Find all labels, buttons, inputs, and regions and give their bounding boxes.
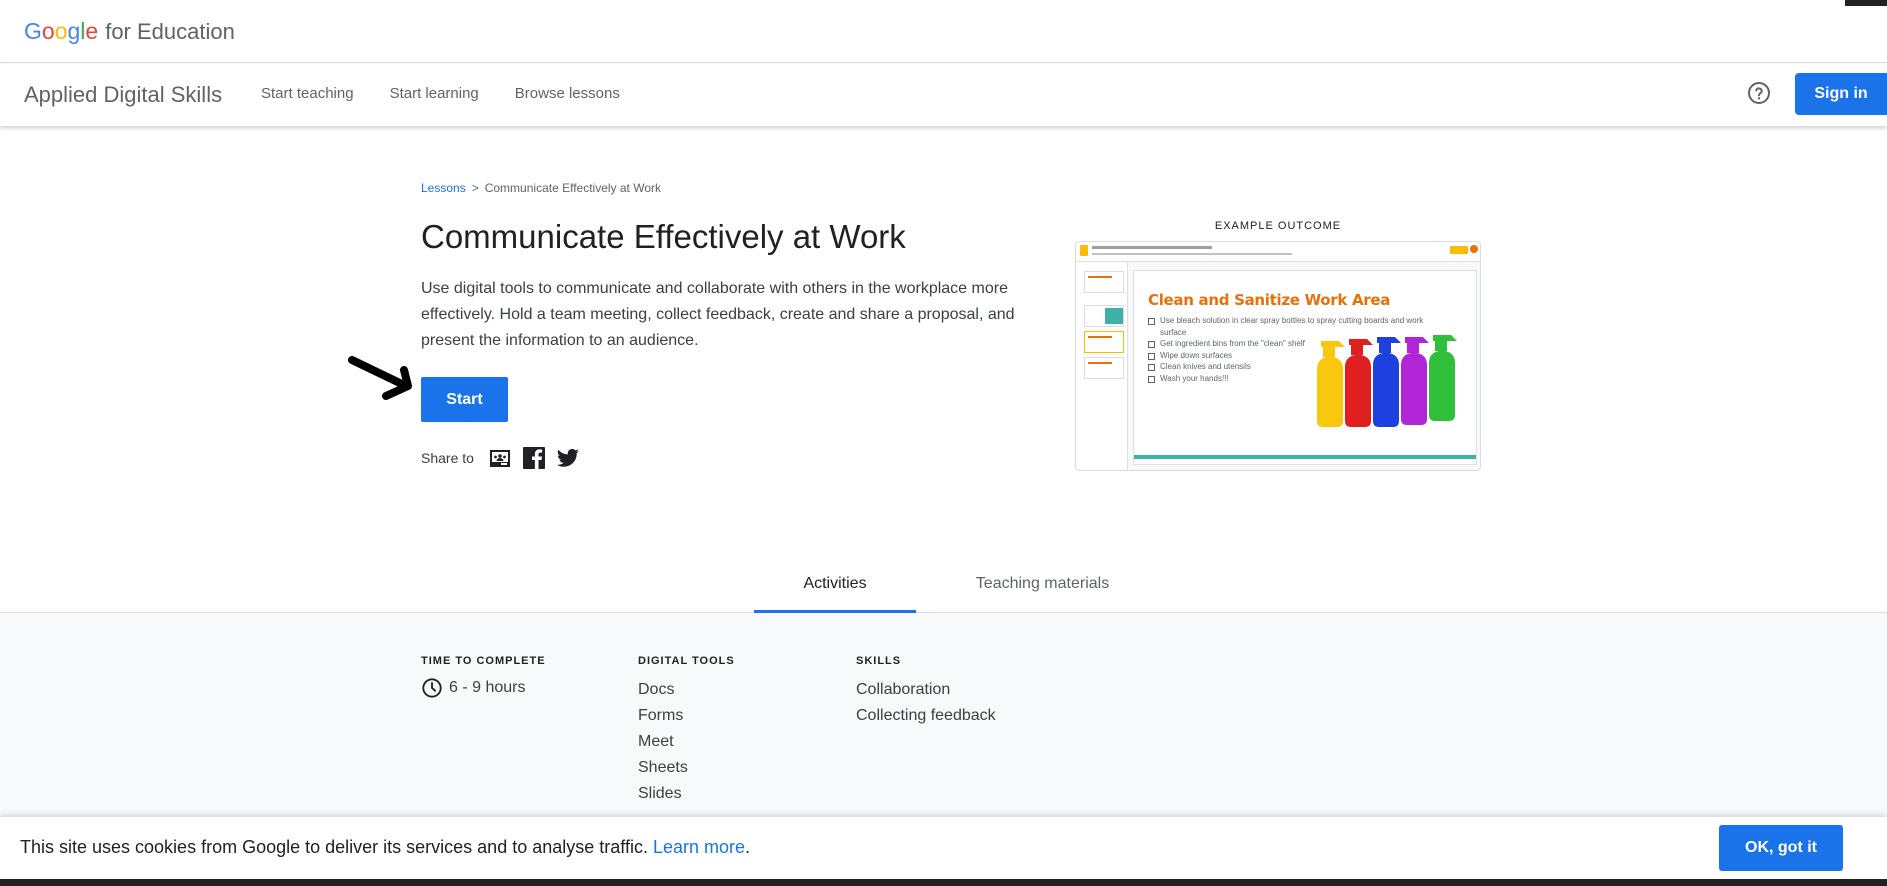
skills-heading: SKILLS: [856, 655, 902, 667]
breadcrumb: Lessons > Communicate Effectively at Work: [421, 181, 661, 195]
bottom-strip: [0, 879, 1887, 886]
example-outcome-image[interactable]: Clean and Sanitize Work Area Use bleach …: [1075, 241, 1481, 471]
tool-item: Meet: [638, 733, 674, 750]
google-for-education-bar: Google for Education: [0, 0, 1887, 63]
example-outcome-label: EXAMPLE OUTCOME: [1214, 220, 1342, 232]
skills-section: SKILLS Collaboration Collecting feedback: [856, 655, 996, 729]
learn-more-link[interactable]: Learn more: [653, 837, 745, 857]
google-for-education-logo[interactable]: Google for Education: [24, 18, 235, 45]
tool-item: Slides: [638, 785, 682, 802]
time-row: 6 - 9 hours: [421, 677, 546, 699]
lesson-details: TIME TO COMPLETE 6 - 9 hours DIGITAL TOO…: [0, 613, 1887, 817]
ok-got-it-button[interactable]: OK, got it: [1719, 825, 1843, 871]
thumbnail-content: [1088, 336, 1112, 338]
nav-links: Start teaching Start learning Browse les…: [261, 85, 620, 102]
tool-item: Sheets: [638, 759, 688, 776]
thumbnail-content: [1088, 276, 1112, 278]
cookie-banner: This site uses cookies from Google to de…: [0, 817, 1887, 879]
twitter-icon[interactable]: [556, 446, 580, 470]
tab-teaching-materials[interactable]: Teaching materials: [955, 575, 1130, 593]
sign-in-button[interactable]: Sign in: [1795, 73, 1887, 115]
thumbnail-content: [1105, 308, 1123, 324]
help-circle-icon[interactable]: [1747, 81, 1771, 105]
tools-list: Docs Forms Meet Sheets Slides: [638, 677, 735, 807]
nav-browse-lessons[interactable]: Browse lessons: [515, 85, 620, 102]
skill-item: Collaboration: [856, 681, 951, 698]
tool-item: Forms: [638, 707, 684, 724]
logo-letter: G: [24, 18, 42, 44]
time-value: 6 - 9 hours: [449, 679, 526, 696]
tools-heading: DIGITAL TOOLS: [638, 655, 735, 667]
time-to-complete-section: TIME TO COMPLETE 6 - 9 hours: [421, 655, 546, 699]
tool-item: Docs: [638, 681, 675, 698]
slides-toolbar: [1076, 242, 1480, 262]
annotation-arrow-icon: [348, 356, 412, 400]
cookie-suffix: .: [745, 837, 751, 857]
share-label: Share to: [421, 450, 474, 466]
spray-bottles-image: [1317, 335, 1457, 427]
google-classroom-icon[interactable]: [488, 446, 512, 470]
nav-start-learning[interactable]: Start learning: [390, 85, 479, 102]
logo-letter: o: [41, 18, 55, 44]
breadcrumb-current: Communicate Effectively at Work: [484, 181, 662, 195]
avatar: [1470, 245, 1478, 253]
cookie-message: This site uses cookies from Google to de…: [20, 837, 648, 857]
start-button[interactable]: Start: [421, 377, 508, 422]
logo-letter: e: [85, 18, 99, 44]
slide-thumbnail: [1084, 271, 1124, 293]
thumbnail-content: [1088, 362, 1112, 364]
site-brand[interactable]: Applied Digital Skills: [24, 82, 222, 108]
slide-canvas: Clean and Sanitize Work Area Use bleach …: [1133, 270, 1477, 465]
slide-thumbnail: [1084, 357, 1124, 379]
cookie-text: This site uses cookies from Google to de…: [20, 837, 750, 858]
slide-title: Clean and Sanitize Work Area: [1148, 291, 1391, 309]
slide-thumbnail: [1084, 331, 1124, 353]
page-title: Communicate Effectively at Work: [421, 218, 906, 255]
time-heading: TIME TO COMPLETE: [421, 655, 546, 667]
lesson-tabs: Activities Teaching materials: [0, 561, 1887, 613]
logo-suffix: for Education: [105, 19, 235, 44]
skill-item: Collecting feedback: [856, 707, 996, 724]
slide-thumbnail: [1084, 305, 1124, 327]
slides-doc-icon: [1080, 245, 1088, 256]
site-navbar: Applied Digital Skills Start teaching St…: [0, 64, 1887, 126]
toolbar-title-line: [1092, 246, 1212, 249]
logo-letter: o: [54, 18, 68, 44]
slide-thumbnails: [1076, 263, 1128, 470]
toolbar-menu-line: [1092, 253, 1292, 255]
tab-activities[interactable]: Activities: [754, 575, 916, 593]
skills-list: Collaboration Collecting feedback: [856, 677, 996, 729]
digital-tools-section: DIGITAL TOOLS Docs Forms Meet Sheets Sli…: [638, 655, 735, 807]
breadcrumb-separator: >: [471, 181, 479, 195]
share-row: Share to: [421, 446, 580, 470]
corner-mark: [1845, 0, 1887, 6]
clock-icon: [422, 678, 442, 698]
slide-footer-bar: [1134, 455, 1476, 459]
present-button-icon: [1450, 246, 1468, 254]
lesson-description: Use digital tools to communicate and col…: [421, 280, 1015, 349]
facebook-icon[interactable]: [522, 446, 546, 470]
logo-letter: g: [67, 18, 81, 44]
nav-start-teaching[interactable]: Start teaching: [261, 85, 354, 102]
breadcrumb-lessons-link[interactable]: Lessons: [421, 181, 466, 195]
